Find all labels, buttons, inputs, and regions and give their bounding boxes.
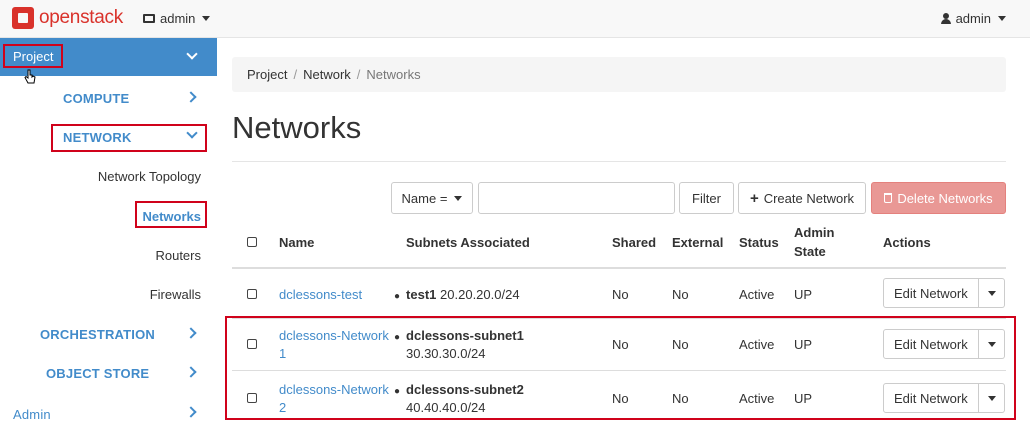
sidebar-section-orchestration[interactable]: ORCHESTRATION — [40, 327, 155, 342]
user-menu[interactable]: admin — [940, 11, 1006, 26]
delete-networks-label: Delete Networks — [897, 190, 993, 206]
create-network-button[interactable]: + Create Network — [738, 182, 866, 214]
top-navbar: openstack admin admin — [0, 0, 1030, 38]
caret-down-icon — [988, 290, 997, 296]
column-header-name[interactable]: Name — [279, 235, 314, 250]
create-network-label: Create Network — [763, 190, 855, 206]
row-actions-dropdown[interactable] — [978, 278, 1005, 308]
breadcrumb-project[interactable]: Project — [247, 67, 287, 82]
filter-button[interactable]: Filter — [679, 182, 734, 214]
rows-highlight-box — [225, 316, 1016, 420]
sidebar-item-firewalls[interactable]: Firewalls — [150, 287, 201, 302]
breadcrumb-network[interactable]: Network — [303, 67, 351, 82]
external-cell: No — [672, 287, 689, 302]
chevron-right-icon — [185, 366, 197, 378]
filter-input[interactable] — [478, 182, 675, 214]
mouse-cursor-icon — [24, 69, 36, 84]
subnet-cidr: 20.20.20.0/24 — [440, 287, 520, 302]
plus-icon: + — [749, 189, 759, 207]
openstack-logo-icon — [12, 7, 34, 29]
network-name-link[interactable]: dclessons-test — [279, 287, 362, 302]
sidebar: Project COMPUTE NETWORK Network Topology… — [0, 38, 217, 436]
title-divider — [232, 161, 1006, 162]
breadcrumb-networks: Networks — [366, 67, 421, 82]
column-header-subnets[interactable]: Subnets Associated — [406, 235, 530, 250]
chevron-right-icon — [185, 327, 197, 339]
page-title: Networks — [232, 110, 362, 145]
edit-network-button[interactable]: Edit Network — [883, 278, 979, 308]
user-menu-label: admin — [955, 11, 991, 26]
sidebar-section-compute[interactable]: COMPUTE — [63, 91, 129, 106]
caret-down-icon — [202, 16, 211, 21]
subnet-cell: ● test1 20.20.20.0/24 — [394, 287, 520, 302]
chevron-right-icon — [185, 91, 197, 103]
caret-down-icon — [454, 195, 463, 201]
sidebar-item-networks[interactable]: Networks — [142, 209, 201, 224]
select-all-checkbox[interactable] — [247, 237, 257, 247]
breadcrumb: Project / Network / Networks — [232, 57, 1006, 92]
shared-cell: No — [612, 287, 629, 302]
admin-state-cell: UP — [794, 287, 813, 302]
column-header-admin-state-line2[interactable]: State — [794, 244, 826, 259]
sidebar-item-routers[interactable]: Routers — [155, 248, 201, 263]
column-header-status[interactable]: Status — [739, 235, 779, 250]
chevron-right-icon — [185, 406, 197, 418]
desktop-icon — [143, 14, 155, 23]
row-checkbox[interactable] — [247, 289, 257, 299]
project-selector[interactable]: admin — [143, 11, 211, 26]
sidebar-section-object-store[interactable]: OBJECT STORE — [46, 366, 149, 381]
subnet-name: test1 — [406, 287, 437, 302]
filter-field-label: Name = — [401, 190, 448, 206]
sidebar-project-label: Project — [3, 44, 63, 68]
delete-networks-button[interactable]: Delete Networks — [871, 182, 1006, 214]
column-header-actions: Actions — [883, 235, 931, 250]
sidebar-item-network-topology[interactable]: Network Topology — [98, 169, 201, 184]
caret-down-icon — [998, 16, 1006, 21]
chevron-down-icon — [186, 48, 198, 60]
trash-icon — [884, 193, 893, 203]
brand-name: openstack — [39, 7, 123, 28]
openstack-logo[interactable]: openstack — [12, 7, 123, 29]
user-icon — [940, 13, 951, 24]
table-header-divider — [232, 267, 1006, 269]
column-header-shared[interactable]: Shared — [612, 235, 656, 250]
row-actions: Edit Network — [883, 278, 1005, 308]
filter-field-select[interactable]: Name = — [391, 182, 473, 214]
column-header-admin-state-line1[interactable]: Admin — [794, 225, 834, 240]
sidebar-section-network[interactable]: NETWORK — [63, 130, 132, 145]
sidebar-section-admin[interactable]: Admin — [13, 407, 51, 422]
status-cell: Active — [739, 287, 775, 302]
project-selector-label: admin — [160, 11, 196, 26]
column-header-external[interactable]: External — [672, 235, 723, 250]
